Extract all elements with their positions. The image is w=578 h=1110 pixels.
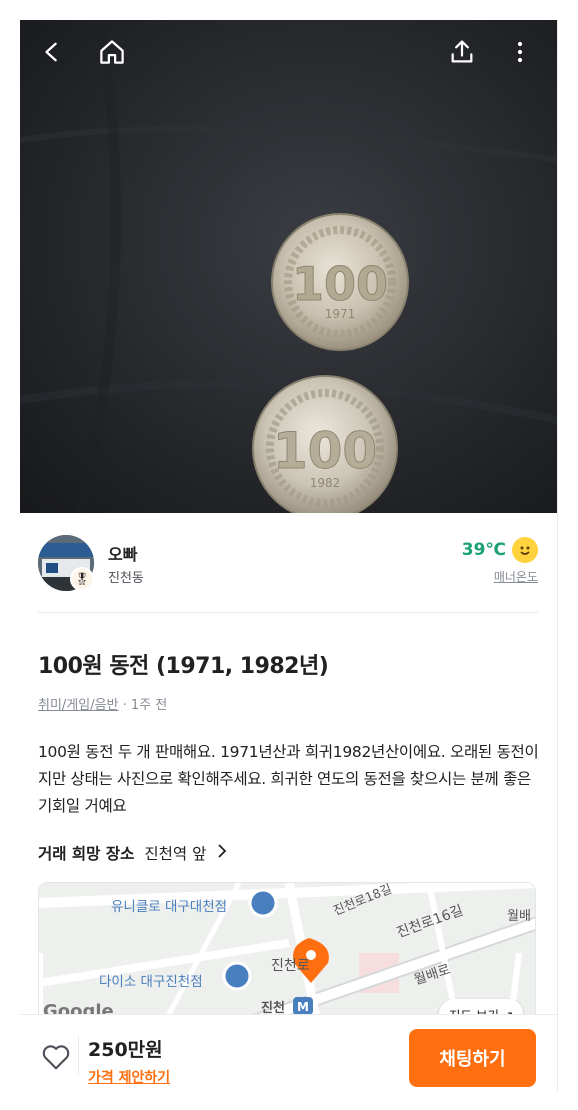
product-title: 100원 동전 (1971, 1982년) xyxy=(38,654,329,679)
seller-name: 오빠 xyxy=(108,545,138,564)
badge-icon: 🎖 xyxy=(70,567,94,591)
share-icon[interactable] xyxy=(444,34,480,70)
map-road-jincheonro: 진천로 xyxy=(271,958,310,974)
coin-top-year: 1971 xyxy=(325,307,356,321)
back-arrow-icon[interactable] xyxy=(34,34,70,70)
post-time: · 1주 전 xyxy=(118,698,168,713)
trade-place-value: 진천역 앞 xyxy=(144,845,207,863)
chevron-right-icon xyxy=(216,844,228,862)
svg-text:M: M xyxy=(297,1000,309,1014)
coin-photo: 100 1971 100 1982 xyxy=(20,20,557,513)
divider xyxy=(78,1035,79,1075)
category-link[interactable]: 취미/게임/음반 xyxy=(38,698,119,713)
product-price: 250만원 xyxy=(88,1039,163,1061)
product-description: 100원 동전 두 개 판매해요. 1971년산과 희귀1982년산이에요. 오… xyxy=(38,743,539,815)
coin-bottom-year: 1982 xyxy=(310,476,341,490)
preferred-trade-place[interactable]: 거래 희망 장소 진천역 앞 xyxy=(38,842,228,864)
home-icon[interactable] xyxy=(94,34,130,70)
top-nav-bar xyxy=(20,20,557,82)
manner-temperature: 39℃ xyxy=(462,537,538,563)
price-offer-link[interactable]: 가격 제안하기 xyxy=(88,1067,170,1087)
product-photo[interactable]: 100 1971 100 1982 xyxy=(20,20,557,513)
product-detail-screen: 100 1971 100 1982 🎖 오빠 진천동 39℃ 매너온도 100원… xyxy=(20,20,558,1092)
smile-face-icon xyxy=(512,537,538,563)
product-meta: 취미/게임/음반 · 1주 전 xyxy=(38,694,167,713)
manner-temp-value: 39℃ xyxy=(461,540,506,560)
manner-temp-label[interactable]: 매너온도 xyxy=(494,568,538,585)
coin-bottom-value: 100 xyxy=(273,422,377,480)
trade-place-map[interactable]: M 유니클로 대구대천점 다이소 대구진천점 진천로18길 진천로16길 월배 … xyxy=(38,882,536,1032)
seller-location: 진천동 xyxy=(108,571,144,586)
chat-button[interactable]: 채팅하기 xyxy=(409,1029,536,1087)
map-poi-daiso: 다이소 대구진천점 xyxy=(99,974,203,990)
bottom-action-bar: 250만원 가격 제안하기 채팅하기 xyxy=(20,1014,557,1092)
trade-place-label: 거래 희망 장소 xyxy=(38,845,135,863)
heart-icon[interactable] xyxy=(38,1039,74,1075)
seller-profile[interactable]: 🎖 오빠 진천동 39℃ 매너온도 xyxy=(38,533,538,613)
coin-top-value: 100 xyxy=(292,257,388,311)
more-vertical-icon[interactable] xyxy=(502,34,538,70)
map-road-wolbae: 월배 xyxy=(507,909,531,924)
map-poi-uniqlo: 유니클로 대구대천점 xyxy=(111,899,228,915)
